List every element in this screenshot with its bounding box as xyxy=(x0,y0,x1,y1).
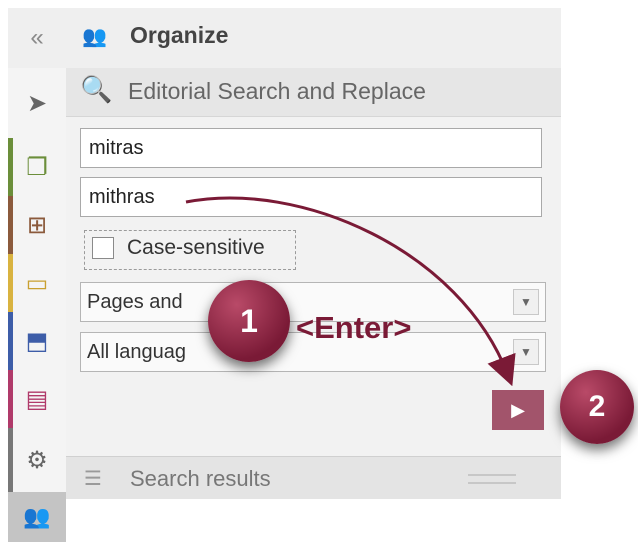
step-1-callout: 1 xyxy=(208,280,290,362)
users-icon: 👥 xyxy=(82,26,107,48)
tab-color-bar xyxy=(8,428,13,492)
organize-title: Organize xyxy=(130,22,229,48)
gears-icon: ⚙ xyxy=(26,446,48,474)
pages-icon: ❐ xyxy=(26,153,48,181)
panel-title: Editorial Search and Replace xyxy=(128,78,426,104)
list-icon: ▤ xyxy=(25,385,49,413)
users-icon: 👥 xyxy=(23,504,51,529)
search-results-body xyxy=(66,499,561,542)
pointer-icon: ➤ xyxy=(26,89,48,117)
tab-color-bar xyxy=(8,312,13,370)
tab-color-bar xyxy=(8,196,13,254)
tab-color-bar xyxy=(8,370,13,428)
tab-color-bar xyxy=(8,138,13,196)
table-icon: ⊞ xyxy=(26,211,48,239)
collapse-icon[interactable]: « xyxy=(8,8,66,68)
scope-select-value: Pages and xyxy=(87,291,189,313)
resize-grip[interactable] xyxy=(468,474,516,484)
tab-documents[interactable]: ⬒ xyxy=(8,312,66,371)
step-2-callout: 2 xyxy=(560,370,634,444)
tab-image[interactable]: ▭ xyxy=(8,254,66,313)
replace-input[interactable]: mithras xyxy=(80,177,542,217)
search-input[interactable]: mitras xyxy=(80,128,542,168)
chevron-down-icon[interactable]: ▼ xyxy=(513,289,539,315)
language-select-value: All languag xyxy=(87,341,186,363)
enter-key-label: <Enter> xyxy=(296,310,412,345)
search-replace-icon: 🔍 xyxy=(80,74,113,104)
users-tab[interactable]: 👥 xyxy=(8,492,66,542)
search-results-label: Search results xyxy=(130,466,271,491)
tab-list[interactable]: ▤ xyxy=(8,370,66,429)
run-replace-button[interactable]: ▶ xyxy=(492,390,544,430)
tab-pointer[interactable]: ➤ xyxy=(8,68,66,139)
chevron-down-icon[interactable]: ▼ xyxy=(513,339,539,365)
tab-settings[interactable]: ⚙ xyxy=(8,428,66,493)
case-sensitive-label: Case-sensitive xyxy=(127,236,265,259)
documents-icon: ⬒ xyxy=(25,327,49,355)
tab-table[interactable]: ⊞ xyxy=(8,196,66,255)
case-sensitive-checkbox[interactable] xyxy=(92,237,114,259)
list-icon: ☰ xyxy=(84,468,102,490)
image-icon: ▭ xyxy=(25,269,49,297)
tab-pages[interactable]: ❐ xyxy=(8,138,66,197)
tab-color-bar xyxy=(8,254,13,312)
